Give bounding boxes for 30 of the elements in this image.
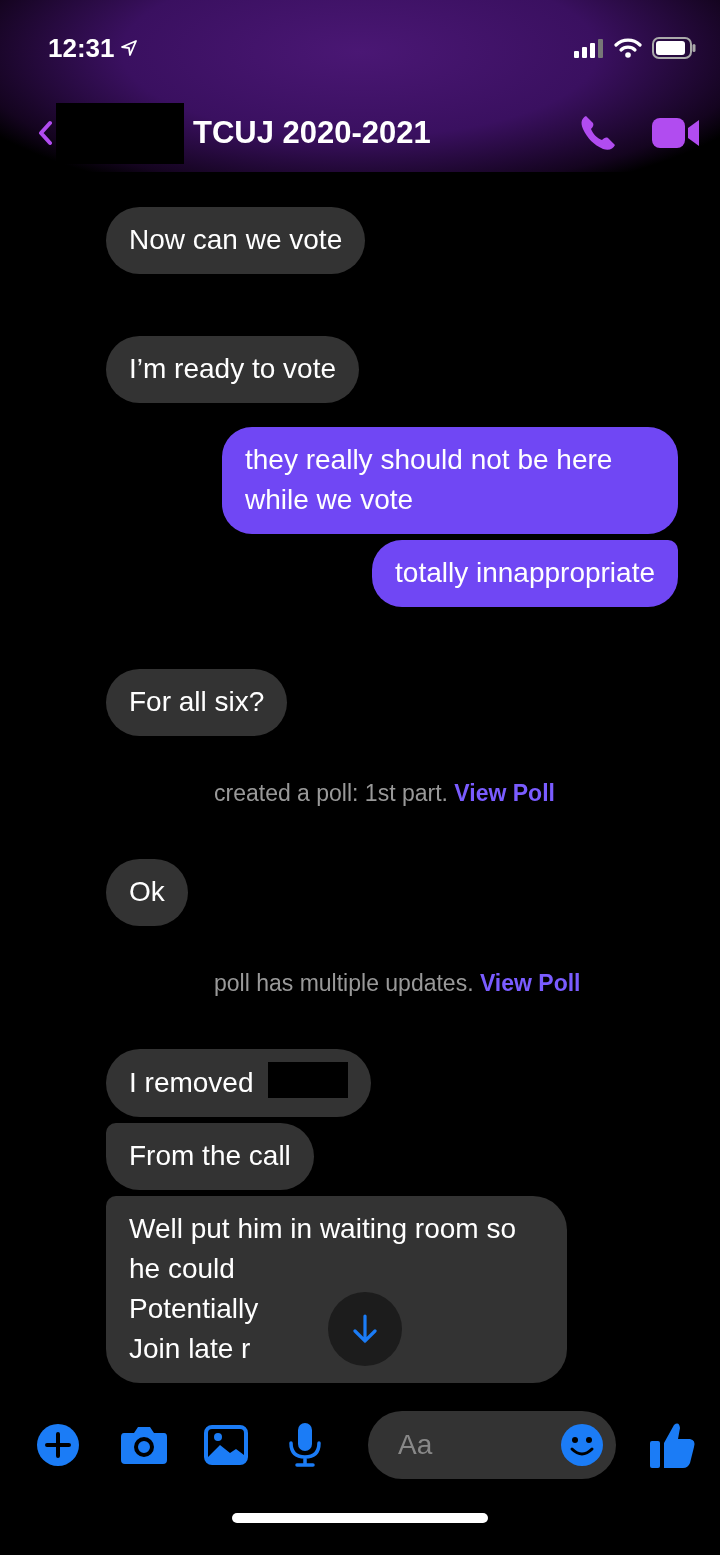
view-poll-link[interactable]: View Poll	[454, 780, 555, 806]
wifi-icon	[614, 38, 642, 58]
location-arrow-icon	[120, 40, 137, 56]
message-bubble: I removed	[106, 1049, 371, 1117]
message-bubble: Ok	[106, 859, 188, 926]
microphone-icon[interactable]	[288, 1423, 322, 1467]
message-bubble: totally innappropriate	[372, 540, 678, 607]
video-camera-icon[interactable]	[652, 116, 700, 150]
signal-icon	[574, 38, 604, 58]
down-arrow-icon	[353, 1314, 377, 1344]
camera-icon[interactable]	[120, 1425, 168, 1465]
battery-icon	[652, 37, 696, 59]
poll-notice: poll has multiple updates. View Poll	[213, 970, 582, 997]
back-chevron-icon[interactable]	[38, 120, 52, 146]
image-icon[interactable]	[204, 1425, 248, 1465]
thumbs-up-icon[interactable]	[650, 1421, 696, 1469]
poll-notice: created a poll: 1st part. View Poll	[213, 780, 556, 807]
text-input[interactable]: Aa	[396, 1428, 560, 1462]
message-bubble: From the call	[106, 1123, 314, 1190]
message-bubble: they really should not be here while we vote	[222, 427, 678, 534]
view-poll-link[interactable]: View Poll	[479, 970, 581, 996]
message-bubble: Well put him in waiting room so he could Potentially Join late r	[106, 1196, 567, 1383]
message-input-field[interactable]: Aa	[368, 1411, 616, 1479]
chat-title: TCUJ 2020-2021	[193, 115, 432, 151]
status-time: 12:31	[48, 32, 115, 64]
emoji-icon[interactable]	[560, 1423, 604, 1467]
message-bubble: For all six?	[106, 669, 288, 736]
message-bubble: Now can we vote	[106, 207, 366, 274]
plus-icon[interactable]	[36, 1423, 80, 1467]
message-bubble: I’m ready to vote	[106, 336, 359, 403]
